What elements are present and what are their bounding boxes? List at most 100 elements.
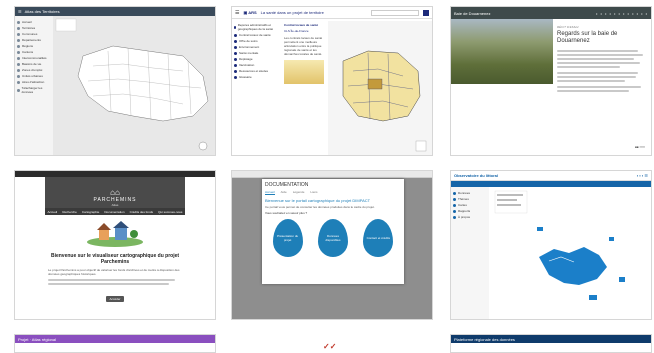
c2-sidebar-item[interactable]: Ressources et études xyxy=(234,69,278,73)
card2-title: La santé dans un projet de territoire xyxy=(260,10,324,15)
nav-item[interactable]: Qui sommes-nous xyxy=(158,210,182,214)
layers-icon xyxy=(415,140,427,152)
modal-tab[interactable]: Accueil xyxy=(265,190,275,195)
c6-sidebar-item-label: Cartes xyxy=(458,203,467,207)
c6-sidebar-item[interactable]: Cartes xyxy=(453,203,487,207)
article-title: Regards sur la baie de Douarnenez xyxy=(557,31,618,44)
portfolio-grid: ☰ Atlas des Territoires Accueil Territoir… xyxy=(0,0,654,353)
c6-sidebar-item[interactable]: À propos xyxy=(453,215,487,219)
card2-sidebar: Repères administratifs et géographiques … xyxy=(232,19,280,155)
card2-panel: Contrat locaux de santé CLS Île-de-Franc… xyxy=(282,21,326,153)
bullet-icon xyxy=(234,25,236,29)
card-atlas-regional[interactable]: Projet · Atlas régional xyxy=(14,334,216,353)
kicker: RÉCIT D'ESSAI xyxy=(557,25,579,29)
c1-sidebar-item[interactable]: Départements xyxy=(17,38,51,42)
c2-sidebar-item-label: Environnement xyxy=(239,45,260,49)
c2-sidebar-item-label: Dépistage xyxy=(239,57,253,61)
c1-sidebar-item[interactable]: Accueil xyxy=(17,20,51,24)
c1-sidebar-item[interactable]: Territoires xyxy=(17,26,51,30)
c2-sidebar-item[interactable]: Glossaire xyxy=(234,75,278,79)
card9-title: Plateforme régionale des données xyxy=(454,336,515,342)
c1-sidebar-item[interactable]: Bassins de vie xyxy=(17,62,51,66)
bullet-icon xyxy=(17,50,20,54)
menu-icon[interactable]: ☰ xyxy=(235,10,239,16)
card-plateforme[interactable]: Plateforme régionale des données xyxy=(450,334,652,353)
drop-button[interactable]: Données disponibles xyxy=(317,219,348,257)
brand-sub: Atlas xyxy=(111,202,119,207)
modal-tab[interactable]: Aide xyxy=(281,190,287,195)
modal-text: Ce portail vous permet de consulter les … xyxy=(265,205,375,209)
c6-sidebar-item-label: Rapports xyxy=(458,209,471,213)
card3-header: Baie de Douarnenez • • • • • • • • • • •… xyxy=(451,7,651,19)
bullet-icon xyxy=(234,39,237,43)
c1-sidebar-item[interactable]: Communes xyxy=(17,32,51,36)
c2-sidebar-item[interactable]: Dépistage xyxy=(234,57,278,61)
card2-map[interactable] xyxy=(328,21,432,155)
coast-map[interactable] xyxy=(489,187,652,320)
c2-sidebar-item[interactable]: Santé mentale xyxy=(234,51,278,55)
bullet-icon xyxy=(17,20,20,24)
c1-sidebar-item[interactable]: Unités urbaines xyxy=(17,74,51,78)
c1-sidebar-item[interactable]: Régions xyxy=(17,44,51,48)
c2-sidebar-item-label: Vaccination xyxy=(239,63,255,67)
modal-tabs: Accueil Aide Légende Liens xyxy=(265,190,401,195)
card-atlas-territoires[interactable]: ☰ Atlas des Territoires Accueil Territoir… xyxy=(14,6,216,156)
c1-sidebar-item[interactable]: Aires d'attraction xyxy=(17,80,51,84)
c6-sidebar-item-label: Données xyxy=(458,191,471,195)
nav-item[interactable]: Recherche xyxy=(62,210,77,214)
bullet-icon xyxy=(234,63,237,67)
c1-sidebar-item[interactable]: Intercommunalités xyxy=(17,56,51,60)
brittany-map[interactable] xyxy=(53,16,216,156)
modal-title: DOCUMENTATION xyxy=(265,182,309,188)
drop-button-label: Contact et crédits xyxy=(366,236,390,240)
nav-item[interactable]: Crédits des fonds xyxy=(130,210,153,214)
nav-item[interactable]: Documentation xyxy=(104,210,124,214)
card6-map[interactable] xyxy=(489,187,651,319)
card-partial-logo[interactable]: ✓✓ xyxy=(231,334,433,353)
card-parchemins[interactable]: ⌂⌂ PARCHEMINS Atlas Accueil Recherche Cart… xyxy=(14,170,216,320)
card6-tools[interactable]: ▪ ▪ ▪ ☰ xyxy=(637,173,648,178)
access-button[interactable]: Accéder xyxy=(106,296,124,302)
menu-icon[interactable]: ☰ xyxy=(18,9,22,14)
card1-title: Atlas des Territoires xyxy=(24,9,60,14)
c6-sidebar-item[interactable]: Données xyxy=(453,191,487,195)
c2-sidebar-item[interactable]: Vaccination xyxy=(234,63,278,67)
c6-sidebar-item-label: Thèmes xyxy=(458,197,469,201)
nav-item[interactable]: Cartographie xyxy=(82,210,99,214)
search-icon[interactable] xyxy=(423,9,429,16)
c2-sidebar-item[interactable]: Repères administratifs et géographiques … xyxy=(234,23,278,31)
drop-button[interactable]: Contact et crédits xyxy=(363,219,394,257)
card1-map[interactable] xyxy=(53,16,215,155)
bullet-icon xyxy=(17,26,20,30)
drop-button-label: Présentation du projet xyxy=(277,234,299,242)
c6-sidebar-item[interactable]: Thèmes xyxy=(453,197,487,201)
c2-sidebar-item[interactable]: Contrat locaux de santé xyxy=(234,33,278,37)
drop-button[interactable]: Présentation du projet xyxy=(272,219,303,257)
c2-sidebar-item-label: Offre de soins xyxy=(239,39,258,43)
search-input[interactable] xyxy=(371,9,419,16)
modal-heading: Bienvenue sur le portail cartographique … xyxy=(265,198,371,203)
card6-sidebar: Données Thèmes Cartes Rapports À propos xyxy=(451,187,489,319)
card-dimpact[interactable]: DOCUMENTATION Accueil Aide Légende Liens Bi… xyxy=(231,170,433,320)
card1-sidebar: Accueil Territoires Communes Départements Ré… xyxy=(15,16,53,155)
bullet-icon xyxy=(17,62,20,66)
card-observatoire[interactable]: Observatoire du littoral ▪ ▪ ▪ ☰ Suivi d… xyxy=(450,170,652,320)
modal-tab[interactable]: Liens xyxy=(310,190,317,195)
c1-sidebar-item[interactable]: Télécharger les données xyxy=(17,86,51,94)
c2-sidebar-item[interactable]: Environnement xyxy=(234,45,278,49)
timeline-dots[interactable]: • • • • • • • • • • • • xyxy=(596,11,648,16)
c1-sidebar-item-label: Intercommunalités xyxy=(22,56,47,60)
card4-nav: Accueil Recherche Cartographie Documentatio… xyxy=(45,208,185,215)
c1-sidebar-item[interactable]: Zones d'emploi xyxy=(17,68,51,72)
card-sante-territoire[interactable]: ☰ ▣ ARS La santé dans un projet de terri… xyxy=(231,6,433,156)
modal-tab[interactable]: Légende xyxy=(293,190,305,195)
nav-item[interactable]: Accueil xyxy=(48,210,58,214)
idf-map[interactable] xyxy=(328,21,432,155)
c1-sidebar-item[interactable]: Cantons xyxy=(17,50,51,54)
c6-sidebar-item[interactable]: Rapports xyxy=(453,209,487,213)
card-baie-douarnenez[interactable]: Baie de Douarnenez • • • • • • • • • • •… xyxy=(450,6,652,156)
c2-sidebar-item[interactable]: Offre de soins xyxy=(234,39,278,43)
bullet-icon xyxy=(453,191,456,195)
card7-title: Projet · Atlas régional xyxy=(18,336,57,342)
panel-text: Les contrats locaux de santé permettent … xyxy=(284,36,323,56)
